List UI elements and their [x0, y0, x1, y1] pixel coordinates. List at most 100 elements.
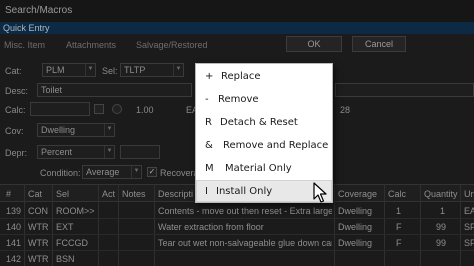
- row-calc: 1: [396, 206, 402, 216]
- desc-field[interactable]: Toilet: [37, 83, 192, 97]
- chevron-down-icon: ▼: [85, 64, 95, 76]
- menu-key: +: [205, 71, 214, 82]
- row-unit: SF: [464, 222, 474, 232]
- chevron-down-icon: ▼: [173, 64, 183, 76]
- calc-field[interactable]: [30, 102, 90, 116]
- row-num: 141: [6, 238, 22, 248]
- tab-attachments[interactable]: Attachments: [66, 40, 116, 50]
- table-row[interactable]: 140 WTR EXT Water extraction from floor …: [0, 219, 474, 235]
- menu-label: Replace: [221, 71, 261, 82]
- menu-key: -: [205, 94, 209, 105]
- menu-label: Remove: [218, 94, 259, 105]
- row-description: Tear out wet non-salvageable glue down c…: [158, 238, 332, 248]
- row-coverage: Dwelling: [338, 238, 373, 248]
- sel-value: TLTP: [124, 65, 146, 75]
- col-quantity[interactable]: Quantity: [424, 189, 458, 199]
- calculator-icon[interactable]: [94, 104, 104, 114]
- depreciation-select[interactable]: Percent ▼: [37, 145, 115, 159]
- col-description[interactable]: Descripti: [158, 189, 193, 199]
- calc-label: Calc:: [5, 105, 26, 115]
- menu-item-detach-reset[interactable]: R Detach & Reset: [196, 112, 332, 134]
- cov-label: Cov:: [5, 126, 24, 136]
- recoverable-label: Recovera: [160, 168, 199, 178]
- calc-value: 1.00: [136, 105, 154, 115]
- cancel-button[interactable]: Cancel: [352, 36, 406, 52]
- recoverable-checkbox[interactable]: ✓: [147, 167, 157, 177]
- menu-label: Install Only: [216, 186, 273, 197]
- table-row[interactable]: 139 CON ROOM>> Contents - move out then …: [0, 203, 474, 219]
- condition-value: Average: [86, 167, 120, 177]
- table-row[interactable]: 142 WTR BSN: [0, 251, 474, 266]
- menu-item-install-only[interactable]: I Install Only: [196, 180, 332, 202]
- right-value-fragment: 28: [340, 105, 351, 115]
- col-unit[interactable]: Un: [464, 189, 474, 199]
- menu-key: M: [205, 163, 214, 174]
- row-sel: EXT: [56, 222, 74, 232]
- menu-key: &: [205, 140, 213, 151]
- cat-value: PLM: [46, 65, 65, 75]
- table-row[interactable]: 141 WTR FCCGD Tear out wet non-salvageab…: [0, 235, 474, 251]
- row-num: 139: [6, 206, 22, 216]
- condition-select[interactable]: Average ▼: [82, 165, 142, 179]
- row-sel: FCCGD: [56, 238, 88, 248]
- menu-key: R: [205, 117, 212, 128]
- col-num[interactable]: #: [6, 189, 11, 199]
- row-sel: ROOM>>: [56, 206, 95, 216]
- menu-item-material-only[interactable]: M Material Only: [196, 158, 332, 180]
- row-cat: WTR: [28, 254, 49, 264]
- ok-button[interactable]: OK: [286, 36, 342, 52]
- row-cat: WTR: [28, 222, 49, 232]
- menu-label: Material Only: [225, 163, 292, 174]
- row-coverage: Dwelling: [338, 222, 373, 232]
- mouse-pointer-icon: [313, 182, 327, 203]
- window-title: Search/Macros: [0, 0, 474, 22]
- desc-label: Desc:: [5, 86, 29, 96]
- coverage-select[interactable]: Dwelling ▼: [37, 123, 115, 137]
- row-unit: SF: [464, 238, 474, 248]
- condition-label: Condition:: [40, 168, 81, 178]
- cat-label: Cat:: [5, 66, 22, 76]
- row-description: Contents - move out then reset - Extra l…: [158, 206, 332, 216]
- col-sel[interactable]: Sel: [56, 189, 69, 199]
- menu-item-remove-and-replace[interactable]: & Remove and Replace: [196, 135, 332, 157]
- menu-key: I: [205, 186, 208, 197]
- row-num: 140: [6, 222, 22, 232]
- col-act[interactable]: Act: [102, 189, 115, 199]
- desc-field-extension: [335, 83, 474, 97]
- row-cat: CON: [28, 206, 48, 216]
- col-calc[interactable]: Calc: [388, 189, 406, 199]
- depreciation-value: Percent: [41, 147, 73, 157]
- row-quantity: 99: [436, 222, 447, 232]
- menu-item-replace[interactable]: + Replace: [196, 66, 332, 88]
- sel-label: Sel:: [102, 66, 118, 76]
- desc-value: Toilet: [41, 85, 63, 95]
- menu-label: Detach & Reset: [220, 117, 298, 128]
- col-notes[interactable]: Notes: [122, 189, 146, 199]
- chevron-down-icon: ▼: [104, 124, 114, 136]
- row-sel: BSN: [56, 254, 75, 264]
- depr-label: Depr:: [5, 148, 28, 158]
- quick-entry-header: Quick Entry: [0, 22, 474, 34]
- row-description: Water extraction from floor: [158, 222, 264, 232]
- row-num: 142: [6, 254, 22, 264]
- chevron-down-icon: ▼: [131, 166, 141, 178]
- row-coverage: Dwelling: [338, 206, 373, 216]
- row-cat: WTR: [28, 238, 49, 248]
- row-calc: F: [396, 222, 402, 232]
- chevron-down-icon: ▼: [104, 146, 114, 158]
- sel-select[interactable]: TLTP ▼: [120, 63, 184, 77]
- col-cat[interactable]: Cat: [28, 189, 42, 199]
- row-calc: F: [396, 238, 402, 248]
- menu-label: Remove and Replace: [223, 140, 329, 151]
- tab-salvage-restored[interactable]: Salvage/Restored: [136, 40, 208, 50]
- menu-item-remove[interactable]: - Remove: [196, 89, 332, 111]
- row-quantity: 99: [436, 238, 447, 248]
- tab-misc-item[interactable]: Misc. Item: [4, 40, 45, 50]
- row-unit: EA: [464, 206, 474, 216]
- col-coverage[interactable]: Coverage: [338, 189, 377, 199]
- row-quantity: 1: [440, 206, 446, 216]
- info-icon[interactable]: [112, 104, 122, 114]
- cat-select[interactable]: PLM ▼: [42, 63, 96, 77]
- coverage-value: Dwelling: [41, 125, 76, 135]
- depreciation-amount-field[interactable]: [120, 145, 160, 159]
